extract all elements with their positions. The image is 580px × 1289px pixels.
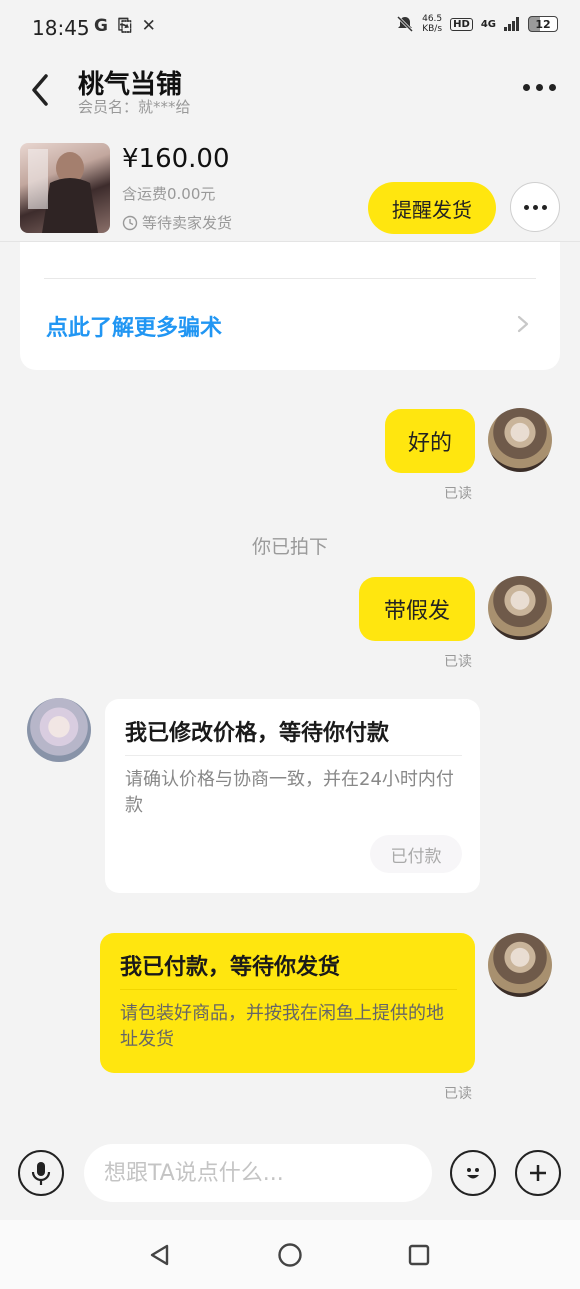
divider [125,755,462,756]
price-changed-card[interactable]: 我已修改价格，等待你付款 请确认价格与协商一致，并在24小时内付款 已付款 [105,699,480,893]
chevron-right-icon[interactable] [516,314,530,334]
scam-warning-card: 点此了解更多骗术 [20,242,560,370]
remind-ship-button[interactable]: 提醒发货 [368,182,496,234]
avatar-seller[interactable] [27,698,91,762]
divider [120,989,457,990]
chat-header: 桃气当铺 会员名：就***给 [0,56,580,126]
emoji-icon [467,1168,479,1179]
google-icon: G [94,16,108,36]
paid-waiting-card[interactable]: 我已付款，等待你发货 请包装好商品，并按我在闲鱼上提供的地址发货 [100,933,475,1073]
nav-recents-icon[interactable] [407,1243,431,1267]
product-thumbnail[interactable] [20,143,110,233]
order-status: 等待卖家发货 [122,212,232,233]
read-receipt: 已读 [444,654,472,670]
avatar-me[interactable] [488,576,552,640]
battery-level: 12 [535,17,551,31]
clipboard-icon: ⎘ [117,16,132,36]
net-speed-value: 46.5 [422,14,443,24]
clock-icon [122,215,138,230]
more-icon[interactable] [523,84,556,91]
status-right: 46.5 KB/s HD 4G 12 [396,14,558,34]
message-text: 好的 [407,431,452,456]
message-bubble-sent[interactable]: 好的 [385,409,475,473]
signal-bars-icon [504,17,519,31]
voice-button[interactable] [18,1150,64,1196]
emoji-button[interactable] [450,1150,496,1196]
status-notification-icons: G ⎘ ✕ [94,16,156,36]
paid-badge: 已付款 [370,835,462,873]
product-bar: ¥160.00 含运费0.00元 等待卖家发货 提醒发货 [0,130,580,242]
product-price: ¥160.00 [122,144,230,174]
hd-badge: HD [450,17,473,31]
system-nav-bar [0,1220,580,1289]
nav-home-icon[interactable] [277,1242,303,1268]
product-more-button[interactable] [510,182,560,232]
message-bubble-sent[interactable]: 带假发 [359,577,475,641]
tools-icon: ✕ [141,16,156,36]
bell-off-icon [397,15,414,33]
order-status-text: 等待卖家发货 [142,214,233,232]
net-speed-unit: KB/s [422,24,443,34]
read-receipt: 已读 [444,486,472,502]
product-photo-placeholder [28,149,98,233]
input-bar [0,1130,580,1220]
card-description: 请包装好商品，并按我在闲鱼上提供的地址发货 [120,1003,444,1050]
battery-icon: 12 [528,16,558,32]
system-message: 你已拍下 [251,536,328,558]
shipping-fee: 含运费0.00元 [122,185,216,203]
member-name: 会员名：就***给 [78,98,191,116]
plus-button[interactable] [515,1150,561,1196]
plus-icon [530,1165,546,1181]
signal-4g: 4G [480,18,496,30]
avatar-me[interactable] [488,408,552,472]
card-description: 请确认价格与协商一致，并在24小时内付款 [125,769,454,816]
status-bar: 18:45 G ⎘ ✕ 46.5 KB/s HD 4G 12 [0,0,580,56]
microphone-icon [31,1162,51,1185]
card-title: 我已修改价格，等待你付款 [125,721,390,746]
read-receipt: 已读 [444,1086,472,1102]
divider [44,278,536,279]
avatar-me[interactable] [488,933,552,997]
card-title: 我已付款，等待你发货 [120,955,341,980]
status-time: 18:45 [32,16,90,40]
message-input[interactable] [84,1144,432,1202]
scam-info-link[interactable]: 点此了解更多骗术 [46,310,222,342]
net-speed: 46.5 KB/s [422,14,442,34]
message-text: 带假发 [383,599,450,624]
nav-back-icon[interactable] [148,1243,172,1267]
back-arrow-icon[interactable] [26,70,56,110]
